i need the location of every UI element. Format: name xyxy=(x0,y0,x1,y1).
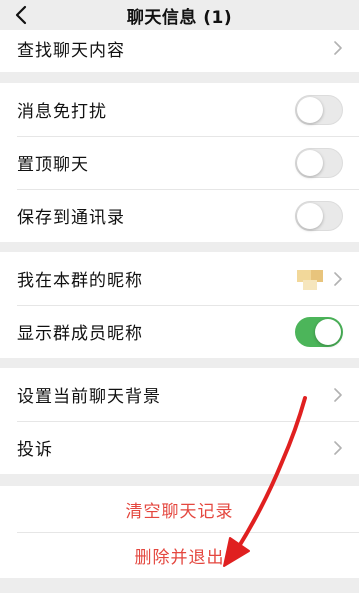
page-title: 聊天信息 (1) xyxy=(126,7,233,28)
top-bar: 聊天信息 (1) xyxy=(0,0,359,30)
misc-section: 设置当前聊天背景 投诉 xyxy=(0,368,359,474)
mute-notifications-label: 消息免打扰 xyxy=(17,102,107,122)
pin-chat-toggle[interactable] xyxy=(295,147,343,178)
actions-section: 清空聊天记录 删除并退出 xyxy=(0,486,359,578)
mute-notifications-row: 消息免打扰 xyxy=(0,83,359,136)
chevron-right-icon xyxy=(333,440,343,456)
chat-background-label: 设置当前聊天背景 xyxy=(17,387,161,407)
chat-info-page: 聊天信息 (1) 查找聊天内容 消息免打扰 置顶聊天 保存到通讯录 我在本群的昵… xyxy=(0,0,359,593)
clear-chat-history-button[interactable]: 清空聊天记录 xyxy=(0,486,359,532)
search-section: 查找聊天内容 xyxy=(0,30,359,72)
show-member-nicknames-label: 显示群成员昵称 xyxy=(17,324,143,344)
delete-and-exit-label: 删除并退出 xyxy=(134,547,225,568)
chat-settings-section: 消息免打扰 置顶聊天 保存到通讯录 xyxy=(0,83,359,242)
chat-background-row[interactable]: 设置当前聊天背景 xyxy=(0,368,359,421)
my-group-nickname-label: 我在本群的昵称 xyxy=(17,271,143,291)
pin-chat-label: 置顶聊天 xyxy=(17,155,89,175)
chevron-left-icon xyxy=(15,5,27,25)
complaint-label: 投诉 xyxy=(17,440,53,460)
nickname-section: 我在本群的昵称 显示群成员昵称 xyxy=(0,252,359,358)
search-chat-content-label: 查找聊天内容 xyxy=(17,41,125,61)
clear-chat-history-label: 清空聊天记录 xyxy=(125,501,234,522)
chevron-right-icon xyxy=(333,271,343,287)
chevron-right-icon xyxy=(333,40,343,56)
my-group-nickname-row[interactable]: 我在本群的昵称 xyxy=(0,252,359,305)
pin-chat-row: 置顶聊天 xyxy=(0,136,359,189)
save-to-contacts-label: 保存到通讯录 xyxy=(17,208,125,228)
search-chat-content-row[interactable]: 查找聊天内容 xyxy=(0,30,359,72)
show-member-nicknames-toggle[interactable] xyxy=(295,316,343,347)
mute-notifications-toggle[interactable] xyxy=(295,94,343,125)
back-button[interactable] xyxy=(8,2,34,28)
save-to-contacts-row: 保存到通讯录 xyxy=(0,189,359,242)
show-member-nicknames-row: 显示群成员昵称 xyxy=(0,305,359,358)
delete-and-exit-button[interactable]: 删除并退出 xyxy=(0,532,359,578)
nickname-thumbnail xyxy=(297,266,323,292)
save-to-contacts-toggle[interactable] xyxy=(295,200,343,231)
complaint-row[interactable]: 投诉 xyxy=(0,421,359,474)
chevron-right-icon xyxy=(333,387,343,403)
